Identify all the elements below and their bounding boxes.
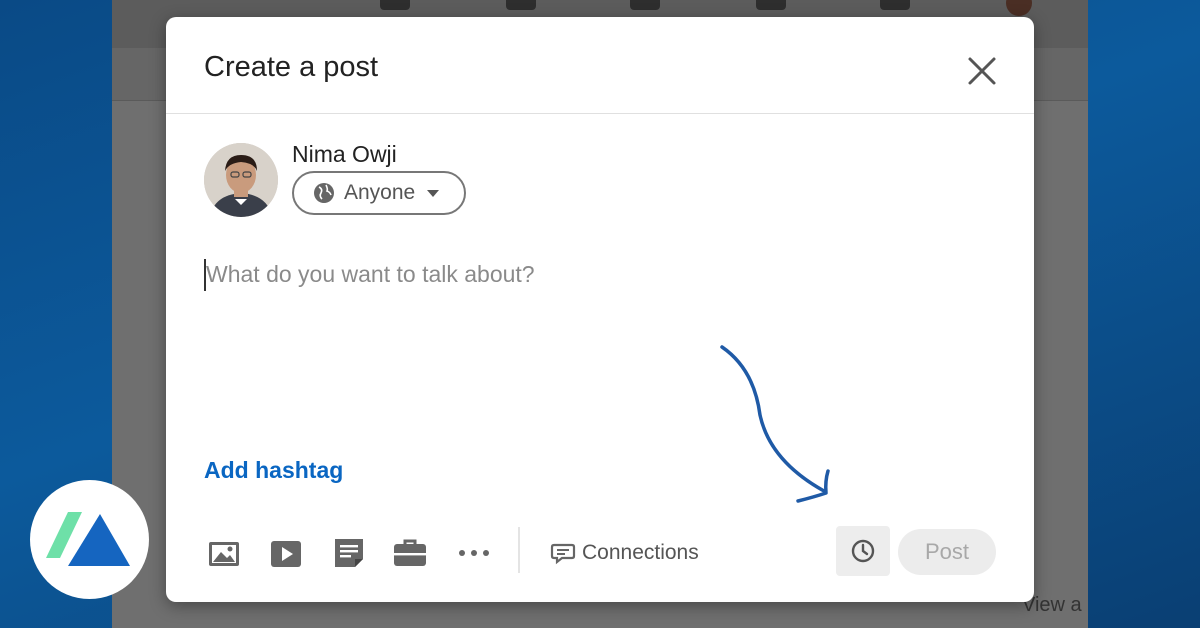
close-button[interactable] bbox=[962, 51, 1002, 91]
visibility-label: Anyone bbox=[344, 181, 416, 204]
share-job-button[interactable] bbox=[390, 533, 430, 573]
briefcase-icon bbox=[394, 539, 426, 566]
comment-icon bbox=[550, 543, 576, 565]
brand-logo bbox=[30, 480, 149, 599]
messaging-icon bbox=[756, 0, 786, 10]
jobs-icon bbox=[630, 0, 660, 10]
caret-down-icon bbox=[427, 190, 440, 197]
post-label: Post bbox=[924, 539, 970, 564]
globe-icon bbox=[314, 183, 334, 203]
comment-audience-button[interactable]: Connections bbox=[550, 536, 699, 570]
add-video-button[interactable] bbox=[266, 533, 306, 573]
clock-icon bbox=[851, 539, 875, 563]
audience-label: Connections bbox=[582, 541, 699, 564]
network-icon bbox=[506, 0, 536, 10]
brand-logo-icon bbox=[46, 512, 130, 566]
close-icon bbox=[968, 57, 996, 85]
video-icon bbox=[271, 541, 301, 567]
dialog-header: Create a post bbox=[166, 17, 1034, 114]
document-icon bbox=[335, 539, 363, 567]
profile-avatar-icon bbox=[1006, 0, 1032, 16]
schedule-button[interactable] bbox=[836, 526, 890, 576]
author-name: Nima Owji bbox=[292, 141, 397, 167]
add-document-button[interactable] bbox=[329, 533, 369, 573]
post-button[interactable]: Post bbox=[898, 529, 996, 575]
more-icon bbox=[459, 550, 489, 556]
create-post-dialog: Create a post Nima Owji Anyone What do y… bbox=[166, 17, 1034, 602]
home-icon bbox=[380, 0, 410, 10]
dialog-title: Create a post bbox=[204, 51, 379, 83]
visibility-dropdown[interactable]: Anyone bbox=[292, 171, 466, 215]
toolbar-divider bbox=[518, 527, 520, 573]
add-hashtag-link[interactable]: Add hashtag bbox=[204, 457, 343, 484]
avatar bbox=[204, 143, 278, 217]
post-editor[interactable]: What do you want to talk about? bbox=[204, 257, 984, 293]
photo-icon bbox=[209, 542, 239, 566]
more-options-button[interactable] bbox=[454, 533, 494, 573]
editor-placeholder: What do you want to talk about? bbox=[206, 261, 535, 287]
profile-photo bbox=[204, 143, 278, 217]
add-photo-button[interactable] bbox=[204, 533, 244, 573]
notifications-icon bbox=[880, 0, 910, 10]
